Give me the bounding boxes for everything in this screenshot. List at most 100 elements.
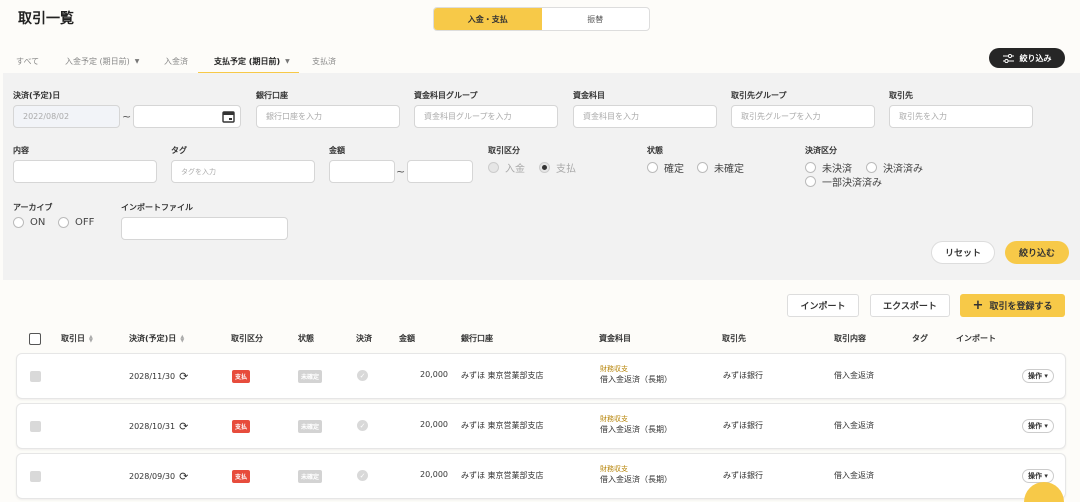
row-checkbox[interactable]: [30, 421, 41, 432]
tab-label: すべて: [16, 57, 40, 66]
export-button[interactable]: エクスポート: [870, 294, 950, 317]
sort-icon: ▲ ▼: [180, 333, 185, 344]
table-row[interactable]: 2028/10/31 ⟳ 支払 未確定 ✓ 20,000 みずほ 東京営業部支店 …: [16, 403, 1066, 449]
content-input[interactable]: [13, 160, 157, 183]
partner-group-label: 取引先グループ: [731, 91, 787, 100]
radio-unconfirmed[interactable]: 未確定: [697, 160, 744, 175]
partner: みずほ銀行: [723, 471, 763, 480]
bank: みずほ 東京営業部支店: [461, 371, 544, 380]
header-date[interactable]: 取引日 ▲ ▼: [61, 333, 93, 344]
sliders-icon: [1002, 53, 1014, 63]
fund-input[interactable]: 資金科目を入力: [573, 105, 717, 128]
tab-all[interactable]: すべて: [16, 56, 39, 67]
radio-circle: [13, 217, 24, 228]
import-button[interactable]: インポート: [787, 294, 859, 317]
header-amount: 金額: [399, 334, 415, 343]
content: 借入金返済: [834, 371, 874, 380]
repeat-icon: ⟳: [179, 420, 189, 433]
radio-settled[interactable]: 決済済み: [866, 160, 923, 175]
radio-payment[interactable]: 支払: [539, 160, 576, 175]
operation-dropdown[interactable]: 操作 ▾: [1022, 469, 1054, 483]
page-title: 取引一覧: [18, 11, 74, 27]
radio-archive-off[interactable]: OFF: [58, 217, 94, 228]
select-all-checkbox[interactable]: [29, 333, 41, 345]
table-row[interactable]: 2028/11/30 ⟳ 支払 未確定 ✓ 20,000 みずほ 東京営業部支店 …: [16, 353, 1066, 399]
partner-input[interactable]: 取引先を入力: [889, 105, 1033, 128]
repeat-icon: ⟳: [179, 370, 189, 383]
header-settle-date[interactable]: 決済(予定)日 ▲ ▼: [129, 333, 184, 344]
check-circle-icon: ✓: [357, 470, 368, 481]
add-transaction-button[interactable]: + 取引を登録する: [960, 294, 1065, 317]
chevron-down-icon: ▼: [134, 58, 140, 65]
radio-deposit[interactable]: 入金: [488, 160, 525, 175]
radio-unsettled-label: 未決済: [822, 164, 852, 175]
bank-input[interactable]: 銀行口座を入力: [256, 105, 400, 128]
fund-group: 財務収支: [600, 415, 628, 423]
tab-payment-done[interactable]: 支払済: [312, 56, 336, 67]
radio-unconfirmed-label: 未確定: [714, 164, 744, 175]
table-row[interactable]: 2028/09/30 ⟳ 支払 未確定 ✓ 20,000 みずほ 東京営業部支店 …: [16, 453, 1066, 499]
tab-payment-scheduled[interactable]: 支払予定 (期日前) ▼: [214, 56, 290, 67]
settlement-label: 決済区分: [805, 146, 837, 155]
radio-partially-settled[interactable]: 一部決済済み: [805, 174, 882, 189]
settle-date-label: 決済(予定)日: [13, 91, 61, 100]
radio-circle: [866, 162, 877, 173]
row-checkbox[interactable]: [30, 371, 41, 382]
tab-incoming-done[interactable]: 入金済: [164, 56, 188, 67]
radio-archive-off-label: OFF: [75, 217, 95, 228]
tag-input[interactable]: タグを入力: [171, 160, 315, 183]
plus-icon: +: [972, 298, 984, 313]
settle-date-from-field[interactable]: 2022/08/02: [13, 105, 120, 128]
txn-type-label: 取引区分: [488, 146, 520, 155]
amount: 20,000: [420, 470, 448, 479]
segment-transfer[interactable]: 振替: [542, 8, 650, 30]
settle-date: 2028/09/30: [129, 472, 176, 481]
header-date-label: 取引日: [61, 334, 85, 343]
range-tilde: ~: [396, 165, 406, 178]
fund-group-label: 資金科目グループ: [414, 91, 478, 100]
radio-partially-settled-label: 一部決済済み: [822, 178, 882, 189]
filter-toggle-label: 絞り込み: [1019, 53, 1052, 63]
filter-toggle-button[interactable]: 絞り込み: [989, 48, 1065, 68]
fund: 借入金返済（長期）: [600, 475, 672, 484]
settle-date: 2028/11/30: [129, 372, 176, 381]
status-badge: 未確定: [298, 370, 323, 383]
amount-label: 金額: [329, 146, 345, 155]
amount-to-input[interactable]: [407, 160, 473, 183]
reset-button[interactable]: リセット: [931, 241, 995, 264]
tab-incoming-scheduled[interactable]: 入金予定 (期日前) ▼: [65, 56, 139, 67]
radio-circle: [805, 162, 816, 173]
radio-dot: [542, 165, 547, 170]
settle-date: 2028/10/31: [129, 422, 176, 431]
fund-label: 資金科目: [573, 91, 605, 100]
status-label: 状態: [647, 146, 663, 155]
radio-archive-on[interactable]: ON: [13, 217, 45, 228]
archive-label: アーカイブ: [13, 203, 53, 212]
content: 借入金返済: [834, 471, 874, 480]
row-checkbox[interactable]: [30, 471, 41, 482]
import-file-label: インポートファイル: [121, 203, 193, 212]
fund: 借入金返済（長期）: [600, 375, 672, 384]
radio-unsettled[interactable]: 未決済: [805, 160, 852, 175]
radio-archive-on-label: ON: [30, 217, 46, 228]
radio-confirmed[interactable]: 確定: [647, 160, 684, 175]
check-circle-icon: ✓: [357, 370, 368, 381]
radio-circle: [647, 162, 658, 173]
radio-circle: [539, 162, 550, 173]
tab-label: 支払済: [312, 57, 336, 66]
type-badge: 支払: [232, 470, 251, 483]
operation-dropdown[interactable]: 操作 ▾: [1022, 419, 1054, 433]
type-badge: 支払: [232, 420, 251, 433]
header-status: 状態: [298, 334, 314, 343]
operation-dropdown[interactable]: 操作 ▾: [1022, 369, 1054, 383]
partner: みずほ銀行: [723, 421, 763, 430]
calendar-icon[interactable]: [222, 110, 235, 123]
segment-deposit-payment[interactable]: 入金・支払: [434, 8, 542, 30]
apply-filter-button[interactable]: 絞り込む: [1005, 241, 1069, 264]
radio-settled-label: 決済済み: [883, 164, 923, 175]
bank: みずほ 東京営業部支店: [461, 421, 544, 430]
amount-from-input[interactable]: [329, 160, 395, 183]
import-file-input[interactable]: [121, 217, 288, 240]
fund-group-input[interactable]: 資金科目グループを入力: [414, 105, 558, 128]
partner-group-input[interactable]: 取引先グループを入力: [731, 105, 875, 128]
